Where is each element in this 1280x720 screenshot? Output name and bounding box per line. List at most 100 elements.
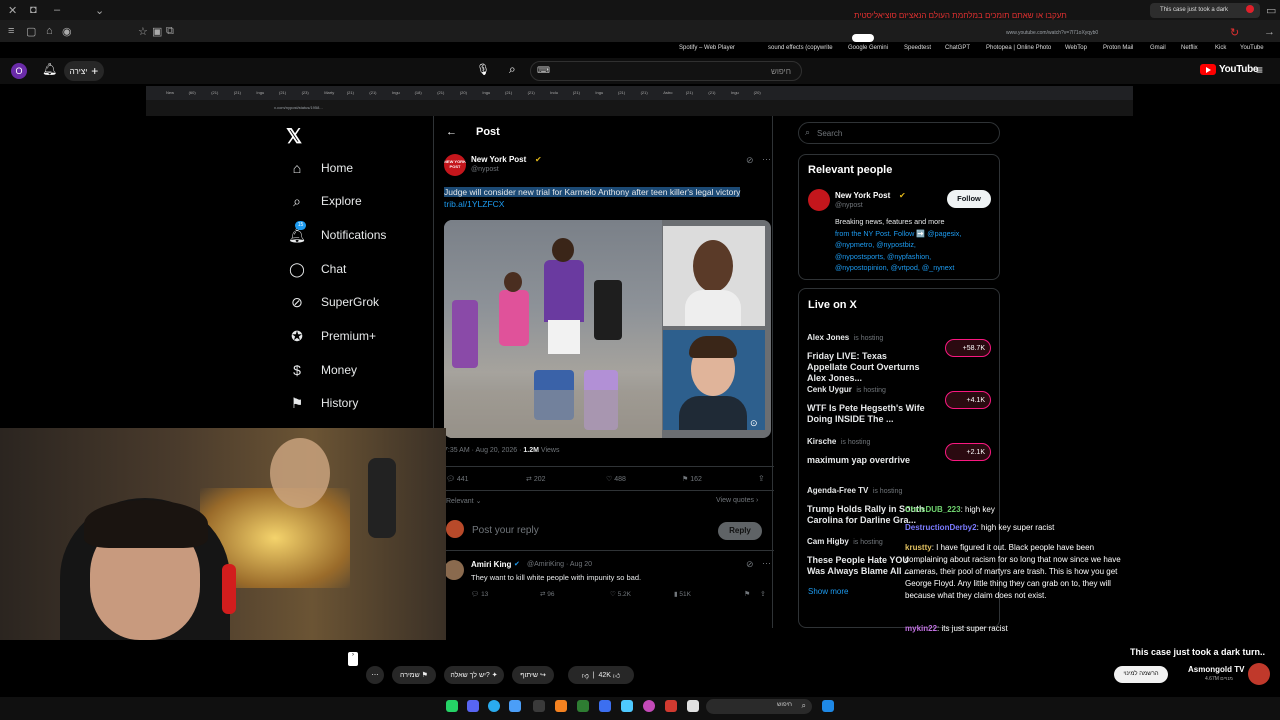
bookmark-count[interactable]: ⚑ 162: [682, 475, 702, 483]
nav-money[interactable]: $ Money: [286, 359, 357, 381]
sidebar-icon[interactable]: ▢: [26, 25, 36, 38]
notifications-icon[interactable]: 🔔︎: [42, 62, 57, 76]
taskbar-search[interactable]: חיפוש ⌕: [706, 699, 812, 714]
star-icon[interactable]: ☆: [138, 25, 148, 38]
reply-like-count[interactable]: ♡ 5.2K: [610, 590, 631, 598]
share-icon[interactable]: ⇪: [758, 474, 765, 483]
reply-count[interactable]: 💬︎ 441: [446, 475, 469, 483]
toggle-pill[interactable]: [852, 34, 874, 42]
grok-icon[interactable]: ⊘: [746, 559, 754, 570]
inner-tab[interactable]: Marty: [324, 90, 334, 95]
image-alt-icon[interactable]: ⊙: [750, 418, 758, 429]
more-icon[interactable]: ⋯: [762, 154, 771, 165]
telegram-icon[interactable]: [488, 700, 500, 712]
more-icon[interactable]: ⋯: [762, 558, 771, 569]
app-icon[interactable]: [687, 700, 699, 712]
live-listener-badge[interactable]: +4.1K: [945, 391, 991, 409]
bookmark-item[interactable]: Photopea | Online Photo: [986, 45, 1051, 51]
reply-reply-count[interactable]: 💬︎ 13: [471, 590, 488, 598]
nav-supergrok[interactable]: ⊘ SuperGrok: [286, 291, 379, 313]
reply-input[interactable]: Post your reply: [472, 525, 539, 536]
app-icon[interactable]: [555, 700, 567, 712]
reply-handle[interactable]: @AmiriKing · Aug 20: [527, 561, 592, 568]
share-button[interactable]: שיתוף ↪: [512, 666, 554, 684]
bookmark-item[interactable]: Google Gemini: [848, 45, 888, 51]
inner-tab[interactable]: (60): [189, 90, 196, 95]
inner-tab[interactable]: Ingu: [731, 90, 739, 95]
show-more-link[interactable]: Show more: [808, 587, 848, 596]
bookmark-item[interactable]: sound effects (copywrite: [768, 45, 833, 51]
author-handle[interactable]: @nypost: [471, 166, 499, 173]
search-input[interactable]: חיפוש ⌨︎: [530, 61, 802, 81]
browser-icon[interactable]: [643, 700, 655, 712]
inner-tab[interactable]: (21): [708, 90, 715, 95]
nav-premium[interactable]: ✪ Premium+: [286, 325, 376, 347]
bookmark-item[interactable]: Proton Mail: [1103, 45, 1133, 51]
share-icon[interactable]: ⇪: [760, 590, 766, 598]
grok-icon[interactable]: ⊘: [746, 155, 754, 166]
bookmark-item[interactable]: Kick: [1215, 45, 1226, 51]
bookmark-item[interactable]: WebTop: [1065, 45, 1087, 51]
profile-icon[interactable]: ◉: [62, 25, 72, 38]
bookmark-item[interactable]: Speedtest: [904, 45, 931, 51]
nav-home[interactable]: ⌂ Home: [286, 157, 353, 179]
inner-tab[interactable]: (21): [211, 90, 218, 95]
nav-history[interactable]: ⚑ History: [286, 392, 359, 414]
avatar[interactable]: [444, 560, 464, 580]
minimize-icon[interactable]: –: [54, 4, 60, 16]
inner-tab[interactable]: (21): [505, 90, 512, 95]
inner-tab[interactable]: (21): [347, 90, 354, 95]
microphone-icon[interactable]: 🎙︎: [476, 63, 490, 76]
windows-start-icon[interactable]: [822, 700, 834, 712]
x-search-input[interactable]: ⌕ Search: [798, 122, 1000, 144]
live-item[interactable]: Cenk Uygur is hosting WTF Is Pete Hegset…: [807, 379, 997, 425]
live-listener-badge[interactable]: +58.7K: [945, 339, 991, 357]
more-actions-button[interactable]: ⋯: [366, 666, 384, 684]
window-icon[interactable]: ◘: [30, 4, 37, 16]
discord-icon[interactable]: [467, 700, 479, 712]
caption-icon[interactable]: ›: [348, 652, 358, 666]
app-icon[interactable]: [599, 700, 611, 712]
view-quotes-link[interactable]: View quotes ›: [716, 497, 758, 504]
inner-tab[interactable]: Ingu: [482, 90, 490, 95]
youtube-logo[interactable]: YouTube: [1200, 64, 1259, 75]
reload-icon[interactable]: ↻: [1230, 26, 1239, 39]
sort-relevant[interactable]: Relevant ⌄: [446, 497, 481, 505]
inner-tab[interactable]: (21): [437, 90, 444, 95]
extensions-icon[interactable]: ⌂: [46, 25, 53, 37]
inner-tab[interactable]: Ingu: [392, 90, 400, 95]
address-url[interactable]: www.youtube.com/watch?v=7l71oXyqyb0: [1006, 30, 1098, 36]
post-image[interactable]: ⊙: [444, 220, 771, 438]
ask-button[interactable]: יש לך שאלה? ✦: [444, 666, 504, 684]
menu-icon[interactable]: ≡: [8, 25, 14, 37]
author-avatar[interactable]: [808, 189, 830, 211]
app-icon[interactable]: [533, 700, 545, 712]
active-tab[interactable]: This case just took a dark: [1150, 3, 1260, 18]
screenshot-icon[interactable]: ⧉: [166, 25, 174, 38]
inner-tab[interactable]: Astro: [663, 90, 672, 95]
bookmark-item[interactable]: ChatGPT: [945, 45, 970, 51]
inner-tab[interactable]: New: [166, 90, 174, 95]
inner-tab[interactable]: (21): [641, 90, 648, 95]
hamburger-menu-icon[interactable]: ≡: [1256, 63, 1263, 77]
inner-tab[interactable]: (23): [302, 90, 309, 95]
save-button[interactable]: שמירה ⚑: [392, 666, 436, 684]
app-icon[interactable]: [665, 700, 677, 712]
inner-tab[interactable]: (18): [415, 90, 422, 95]
author-handle[interactable]: @nypost: [835, 202, 863, 209]
reply-repost-count[interactable]: ⇄ 96: [540, 590, 555, 598]
bookmark-item[interactable]: Netflix: [1181, 45, 1198, 51]
create-button[interactable]: יצירה +: [64, 61, 104, 81]
inner-tab[interactable]: Indu: [550, 90, 558, 95]
search-icon[interactable]: ⌕: [509, 62, 516, 77]
nav-chat[interactable]: ◯ Chat: [286, 258, 346, 280]
inner-tab[interactable]: (21): [686, 90, 693, 95]
reply-button[interactable]: Reply: [718, 522, 762, 540]
x-logo[interactable]: 𝕏: [286, 124, 302, 149]
reply-view-count[interactable]: ▮ 51K: [674, 590, 691, 598]
bookmark-item[interactable]: Spotify – Web Player: [679, 45, 735, 51]
keyboard-icon[interactable]: ⌨︎: [537, 65, 550, 76]
inner-tab[interactable]: (20): [754, 90, 761, 95]
bookmark-item[interactable]: Gmail: [1150, 45, 1166, 51]
repost-count[interactable]: ⇄ 202: [526, 475, 546, 483]
